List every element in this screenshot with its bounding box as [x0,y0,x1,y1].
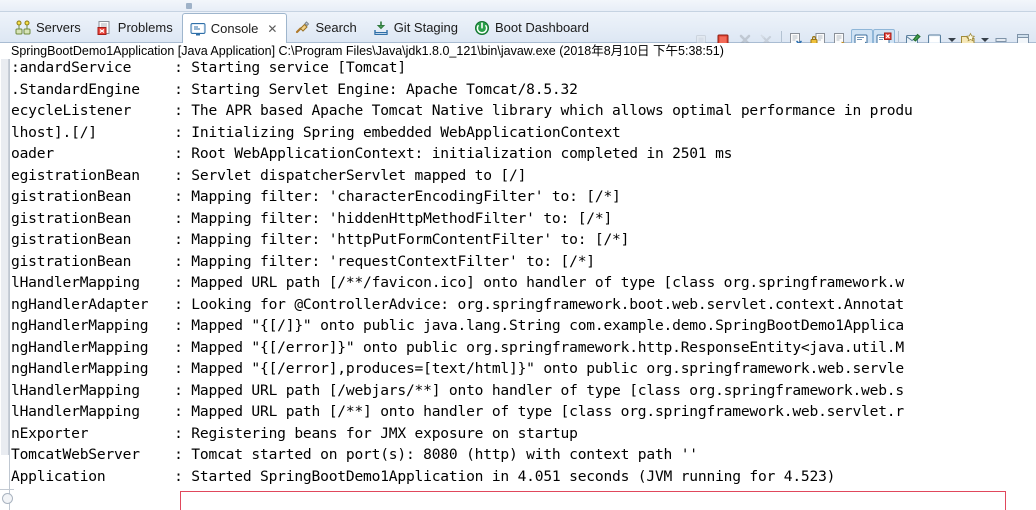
tab-label: Git Staging [393,20,459,35]
problems-icon [97,20,113,36]
search-icon [294,20,310,36]
console-line: Application : Started SpringBootDemo1App… [11,467,836,485]
tab-label: Boot Dashboard [495,20,589,35]
view-stack-top-edge [0,0,1036,12]
boot-dashboard-icon [474,20,490,36]
console-line: lhost].[/] : Initializing Spring embedde… [11,123,621,141]
console-text-content[interactable]: :andardService : Starting service [Tomca… [11,59,1036,487]
red-annotation-rectangle [180,491,1006,510]
console-line: gistrationBean : Mapping filter: 'reques… [11,252,595,270]
eclipse-console-view: Servers Problems Console ✕ Search Git Staging… [0,0,1036,510]
console-line: gistrationBean : Mapping filter: 'hidden… [11,209,613,227]
console-line: :andardService : Starting service [Tomca… [11,59,406,76]
console-line: gistrationBean : Mapping filter: 'httpPu… [11,231,630,248]
console-scroll-thumb[interactable] [1,59,9,455]
close-icon[interactable]: ✕ [267,22,277,36]
console-line: lHandlerMapping : Mapped URL path [/**/f… [11,274,904,291]
tab-boot-dashboard[interactable]: Boot Dashboard [467,12,598,43]
console-vertical-ruler[interactable] [0,59,10,510]
tab-servers[interactable]: Servers [8,12,90,43]
tab-label: Console [210,21,259,36]
console-line: gistrationBean : Mapping filter: 'charac… [11,188,621,205]
console-line: TomcatWebServer : Tomcat started on port… [11,446,698,463]
tab-search[interactable]: Search [287,12,365,43]
console-line: lHandlerMapping : Mapped URL path [/**] … [11,403,904,420]
console-line: oader : Root WebApplicationContext: init… [11,145,733,162]
view-tab-bar: Servers Problems Console ✕ Search Git Staging… [0,12,1036,51]
console-corner-widget [0,489,14,506]
console-line: lHandlerMapping : Mapped URL path [/webj… [11,381,904,399]
console-output-area[interactable]: :andardService : Starting service [Tomca… [0,59,1036,510]
console-line: nExporter : Registering beans for JMX ex… [11,424,578,442]
launch-configuration-label: SpringBootDemo1Application [Java Applica… [0,43,1036,59]
console-line: ecycleListener : The APR based Apache To… [11,102,913,119]
tab-git-staging[interactable]: Git Staging [366,12,467,43]
tab-label: Servers [36,20,81,35]
tab-console[interactable]: Console ✕ [181,13,288,44]
chevron-down-icon [947,37,956,42]
git-staging-icon [373,20,389,36]
console-line: ngHandlerMapping : Mapped "{[/error],pro… [11,360,904,377]
view-tabs: Servers Problems Console ✕ Search Git Staging… [8,12,598,44]
tab-problems[interactable]: Problems [90,12,182,43]
tab-label: Search [315,20,357,35]
console-line: ngHandlerAdapter : Looking for @Controll… [11,295,904,313]
console-line: ngHandlerMapping : Mapped "{[/]}" onto p… [11,317,904,334]
tab-label: Problems [117,20,173,35]
chevron-down-icon [980,37,989,42]
console-line: .StandardEngine : Starting Servlet Engin… [11,80,578,98]
servers-icon [15,20,31,36]
console-line: egistrationBean : Servlet dispatcherServ… [11,166,527,184]
console-corner-handle[interactable] [2,493,13,504]
console-line: ngHandlerMapping : Mapped "{[/error]}" o… [11,338,904,356]
console-icon [190,21,206,37]
view-stack-marker [186,3,192,9]
